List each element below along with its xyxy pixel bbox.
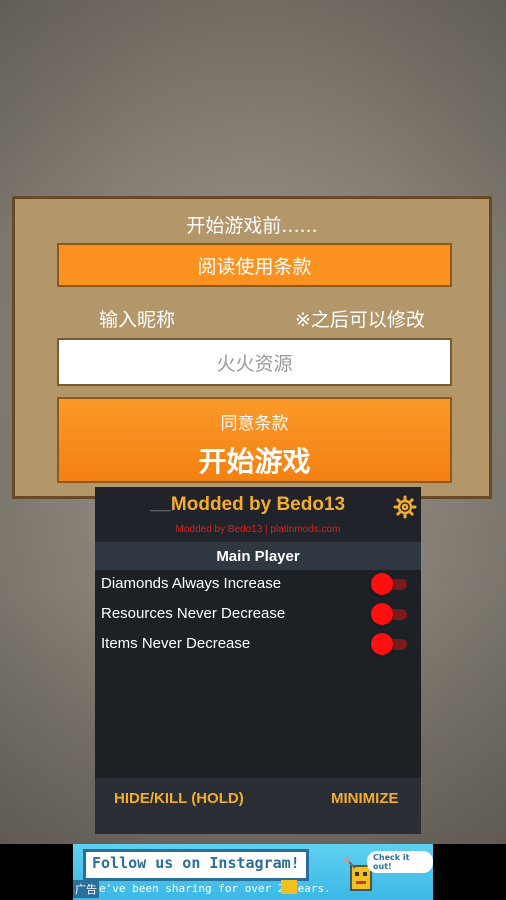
items-toggle[interactable]	[371, 633, 407, 655]
mod-menu-header[interactable]: ▁▁▁ Modded by Bedo13 Modded by Bedo13 | …	[95, 487, 421, 542]
start-game-button[interactable]: 同意条款 开始游戏	[57, 397, 452, 483]
option-label: Resources Never Decrease	[101, 605, 286, 622]
mod-menu-subtitle: Modded by Bedo13 | platinmods.com	[175, 524, 341, 535]
option-label: Items Never Decrease	[101, 635, 251, 652]
option-label: Diamonds Always Increase	[101, 575, 282, 592]
mod-menu-footer: HIDE/KILL (HOLD) MINIMIZE	[95, 778, 421, 834]
nickname-note: ※之后可以修改	[295, 309, 425, 331]
ad-cta-button[interactable]: Check it out!	[367, 851, 433, 873]
minimize-button[interactable]: MINIMIZE	[331, 790, 399, 807]
nickname-label: 输入昵称	[99, 309, 176, 331]
section-header-main-player: Main Player	[95, 542, 421, 570]
diamonds-toggle[interactable]	[371, 573, 407, 595]
hide-kill-button[interactable]: HIDE/KILL (HOLD)	[114, 790, 244, 807]
nickname-input[interactable]: 火火资源	[57, 338, 452, 386]
ad-headline: Follow us on Instagram!	[83, 849, 309, 881]
start-game-dialog: 开始游戏前...... 阅读使用条款 输入昵称 ※之后可以修改 火火资源 同意条…	[12, 196, 492, 499]
ad-banner[interactable]: Follow us on Instagram! 广告 e've been sha…	[73, 844, 433, 900]
gear-icon[interactable]	[393, 495, 417, 519]
start-game-label: 开始游戏	[198, 445, 311, 478]
mod-menu-panel: ▁▁▁ Modded by Bedo13 Modded by Bedo13 | …	[95, 487, 421, 834]
read-terms-button[interactable]: 阅读使用条款	[57, 243, 452, 287]
ad-banner-bar: Follow us on Instagram! 广告 e've been sha…	[0, 844, 506, 900]
mod-menu-title: Modded by Bedo13	[170, 494, 346, 515]
option-items-never-decrease: Items Never Decrease	[95, 630, 421, 660]
ad-mascot-small-icon	[281, 880, 297, 894]
resources-toggle[interactable]	[371, 603, 407, 625]
ad-tag: 广告	[73, 880, 99, 898]
option-diamonds-always-increase: Diamonds Always Increase	[95, 570, 421, 600]
dialog-title: 开始游戏前......	[186, 215, 318, 237]
option-resources-never-decrease: Resources Never Decrease	[95, 600, 421, 630]
agree-terms-label: 同意条款	[220, 414, 289, 434]
